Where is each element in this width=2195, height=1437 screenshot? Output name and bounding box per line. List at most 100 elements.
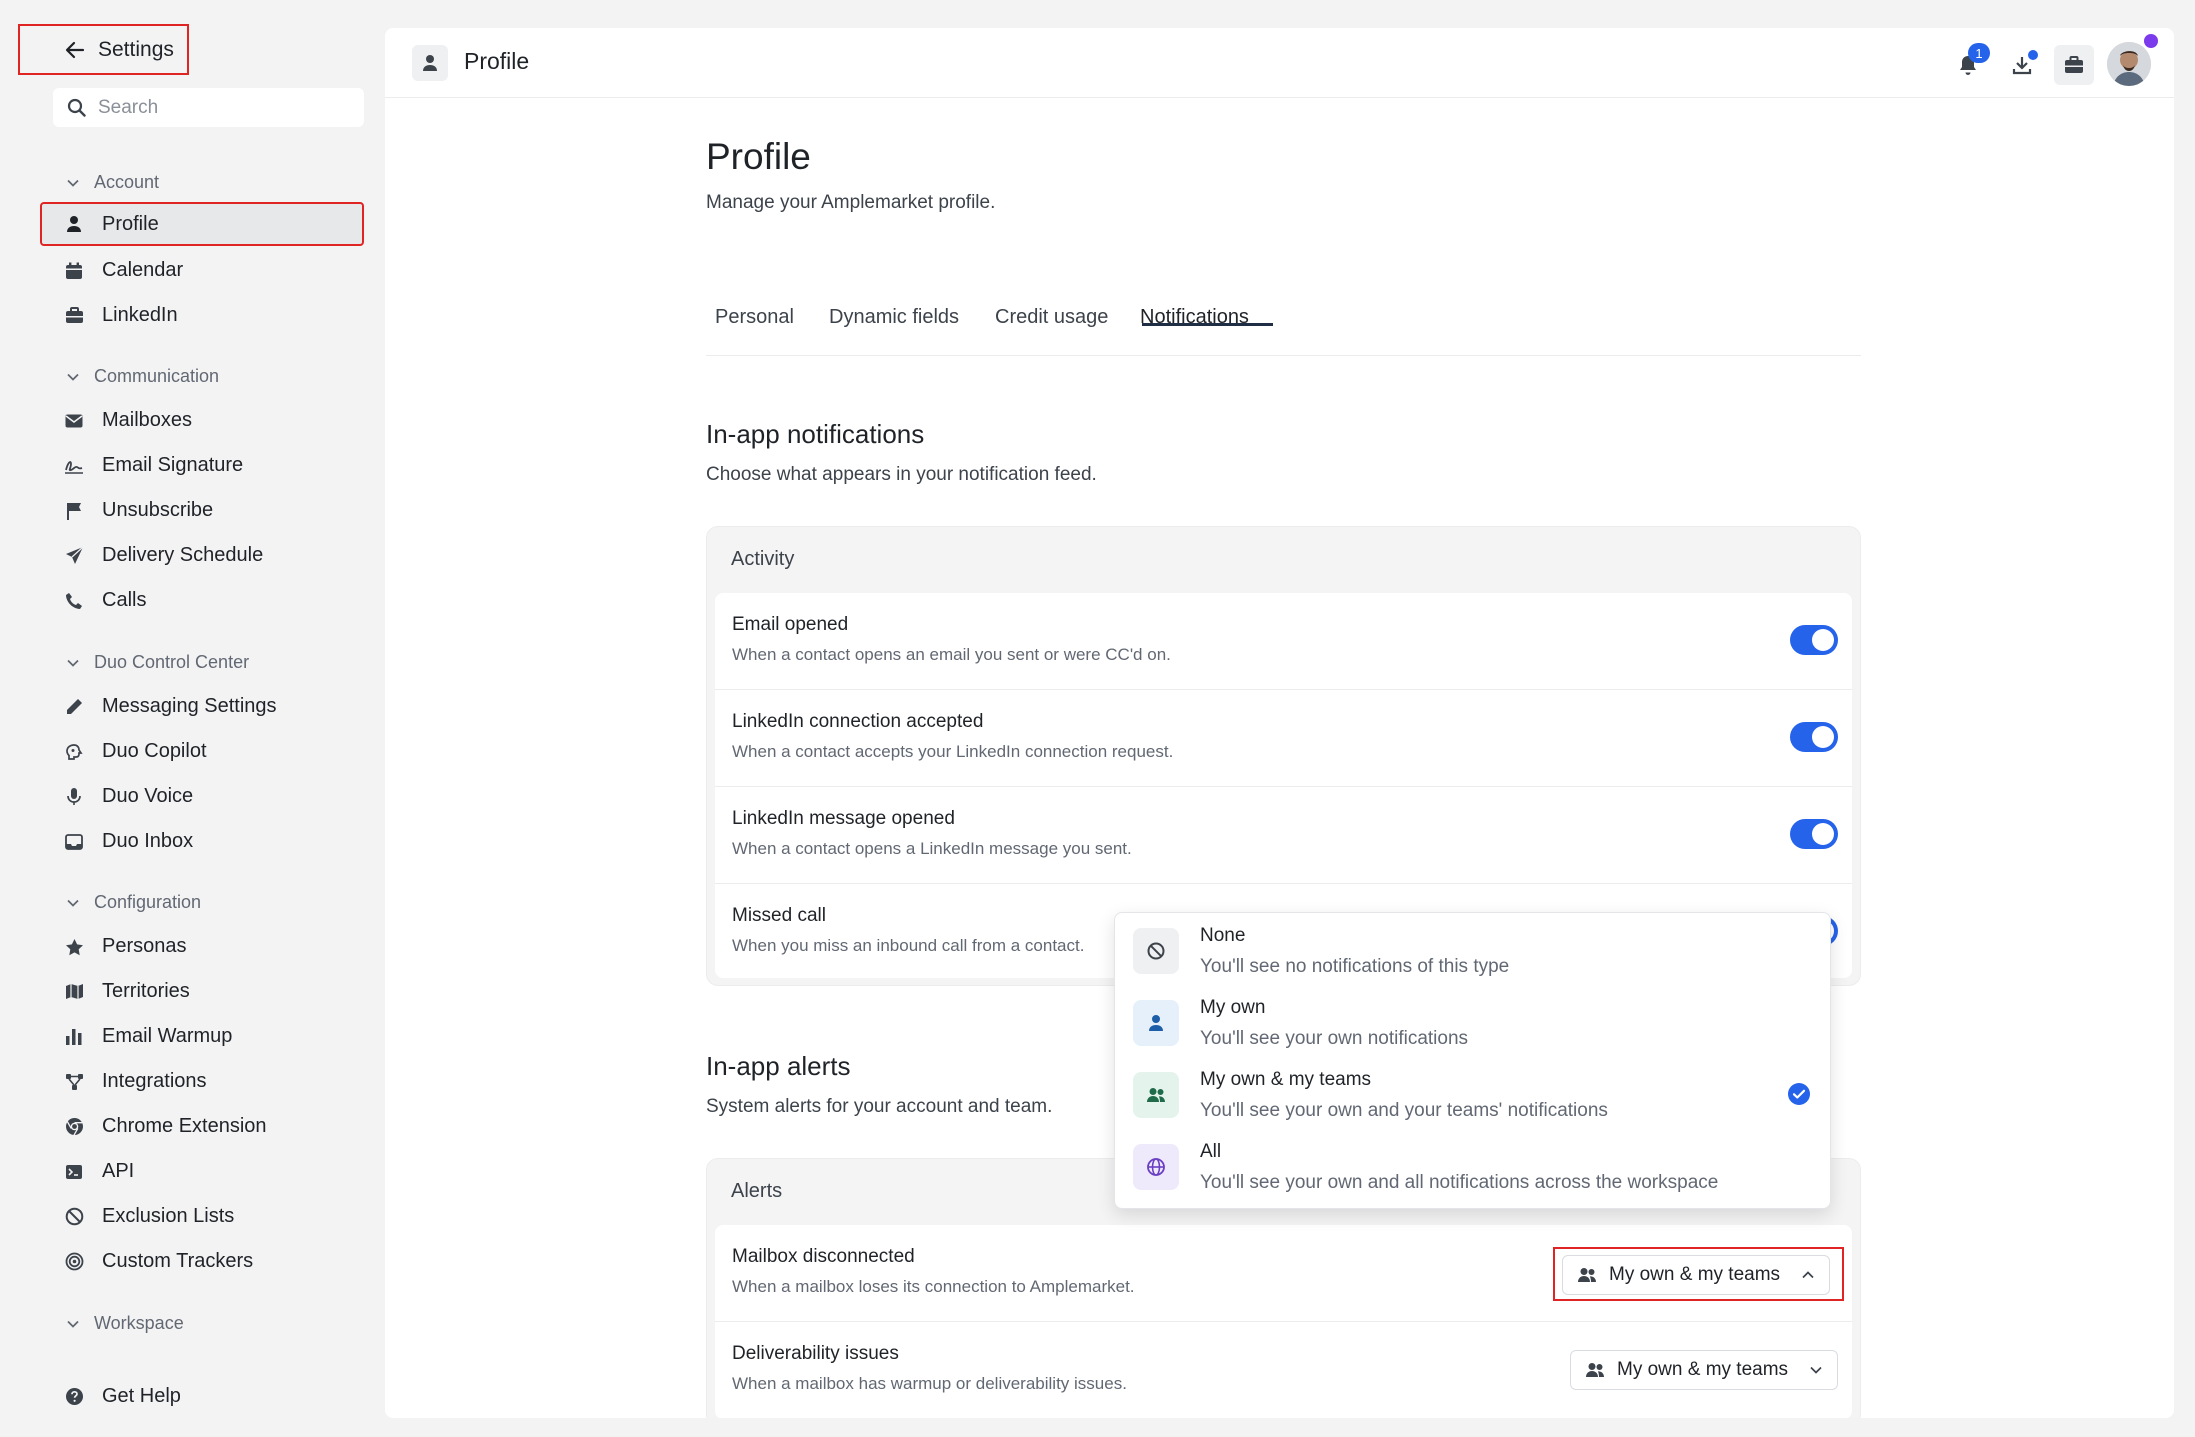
sidebar-item-profile[interactable]: Profile [40,202,364,246]
group-workspace[interactable]: Workspace [66,1313,184,1334]
user-avatar[interactable] [2107,42,2151,86]
sidebar-item-mailboxes[interactable]: Mailboxes [40,399,364,442]
sidebar-item-calls[interactable]: Calls [40,579,364,622]
ban-icon [64,1207,84,1226]
item-description: When you miss an inbound call from a con… [732,936,1085,955]
item-title: Mailbox disconnected [732,1246,915,1267]
chrome-icon [64,1117,84,1136]
sidebar-item-delivery-schedule[interactable]: Delivery Schedule [40,534,364,577]
item-title: LinkedIn connection accepted [732,711,984,732]
brain-icon [64,743,84,761]
notification-count-badge: 1 [1968,43,1990,63]
back-label: Settings [98,37,174,61]
sidebar-item-label: Custom Trackers [102,1250,254,1272]
item-description: When a mailbox loses its connection to A… [732,1277,1135,1296]
sidebar-item-email-warmup[interactable]: Email Warmup [40,1015,364,1058]
user-icon [1133,1000,1179,1046]
search-input[interactable] [98,96,338,119]
status-indicator-dot [2144,34,2158,48]
nodes-icon [64,1073,84,1091]
sidebar-item-exclusion-lists[interactable]: Exclusion Lists [40,1195,364,1238]
chevron-down-icon [66,1317,80,1331]
sidebar-item-label: Email Signature [102,454,244,476]
users-icon [1577,1267,1597,1283]
top-bar: Profile 1 [385,28,2174,98]
envelope-icon [64,414,84,428]
active-tab-indicator [1142,323,1273,326]
group-duo-control-center[interactable]: Duo Control Center [66,652,249,673]
item-description: When a contact accepts your LinkedIn con… [732,742,1174,761]
sidebar-item-label: Messaging Settings [102,695,277,717]
group-configuration[interactable]: Configuration [66,892,201,913]
option-title: All [1200,1141,1222,1162]
option-description: You'll see no notifications of this type [1200,956,1510,977]
option-none[interactable]: None You'll see no notifications of this… [1115,913,1832,985]
tab-credit-usage[interactable]: Credit usage [995,306,1108,329]
sidebar-item-chrome-extension[interactable]: Chrome Extension [40,1105,364,1148]
alerts-list: Mailbox disconnected When a mailbox lose… [715,1225,1852,1418]
card-header: Activity [731,548,795,570]
option-all[interactable]: All You'll see your own and all notifica… [1115,1129,1832,1201]
list-item: Mailbox disconnected When a mailbox lose… [715,1225,1852,1322]
group-account[interactable]: Account [66,172,159,193]
sidebar-item-duo-copilot[interactable]: Duo Copilot [40,730,364,773]
select-value: My own & my teams [1609,1264,1781,1285]
sidebar-item-label: API [102,1160,135,1182]
sidebar-item-linkedin[interactable]: LinkedIn [40,294,364,337]
tab-dynamic-fields[interactable]: Dynamic fields [829,306,959,329]
list-item: LinkedIn connection accepted When a cont… [715,690,1852,787]
linkedin-connection-toggle[interactable] [1790,722,1838,752]
sidebar-item-label: Integrations [102,1070,207,1092]
inapp-alerts-title: In-app alerts [706,1051,851,1081]
target-icon [64,1252,84,1271]
chevron-down-icon [66,656,80,670]
briefcase-icon [64,307,84,324]
sidebar-item-email-signature[interactable]: Email Signature [40,444,364,487]
sidebar-item-duo-inbox[interactable]: Duo Inbox [40,820,364,863]
star-icon [64,938,84,956]
sidebar-item-integrations[interactable]: Integrations [40,1060,364,1103]
workspace-button[interactable] [2054,45,2094,85]
sidebar-item-calendar[interactable]: Calendar [40,249,364,292]
signature-icon [64,458,84,474]
sidebar-item-territories[interactable]: Territories [40,970,364,1013]
option-title: My own & my teams [1200,1069,1372,1090]
sidebar-item-api[interactable]: API [40,1150,364,1193]
sidebar-item-unsubscribe[interactable]: Unsubscribe [40,489,364,532]
users-icon [1133,1072,1179,1118]
terminal-icon [64,1164,84,1180]
search-icon [67,98,86,117]
sidebar-item-label: Territories [102,980,190,1002]
tab-personal[interactable]: Personal [715,306,794,329]
sidebar-item-label: Duo Voice [102,785,194,807]
select-value: My own & my teams [1617,1359,1789,1380]
help-label: Get Help [102,1385,181,1407]
list-item: Email opened When a contact opens an ema… [715,593,1852,690]
back-to-settings-link[interactable]: Settings [18,24,189,75]
get-help-link[interactable]: Get Help [40,1375,364,1418]
card-header: Alerts [731,1180,783,1202]
sidebar-item-label: Chrome Extension [102,1115,267,1137]
email-opened-toggle[interactable] [1790,625,1838,655]
sidebar-item-messaging-settings[interactable]: Messaging Settings [40,685,364,728]
deliverability-issues-select[interactable]: My own & my teams [1570,1350,1838,1390]
inbox-icon [64,833,84,850]
option-my-own-and-teams[interactable]: My own & my teams You'll see your own an… [1115,1057,1832,1129]
microphone-icon [64,787,84,806]
item-title: Missed call [732,905,826,926]
option-description: You'll see your own and all notification… [1200,1172,1719,1193]
item-title: Deliverability issues [732,1343,899,1364]
sidebar-item-custom-trackers[interactable]: Custom Trackers [40,1240,364,1283]
mailbox-disconnected-select[interactable]: My own & my teams [1562,1255,1830,1295]
group-communication[interactable]: Communication [66,366,219,387]
notifications-button[interactable]: 1 [1948,43,1990,85]
search-box[interactable] [53,88,364,127]
downloads-button[interactable] [2002,45,2042,85]
chevron-down-icon [66,896,80,910]
sidebar-item-duo-voice[interactable]: Duo Voice [40,775,364,818]
linkedin-message-toggle[interactable] [1790,819,1838,849]
list-item: Deliverability issues When a mailbox has… [715,1322,1852,1418]
option-my-own[interactable]: My own You'll see your own notifications [1115,985,1832,1057]
sidebar-item-label: Exclusion Lists [102,1205,235,1227]
sidebar-item-personas[interactable]: Personas [40,925,364,968]
